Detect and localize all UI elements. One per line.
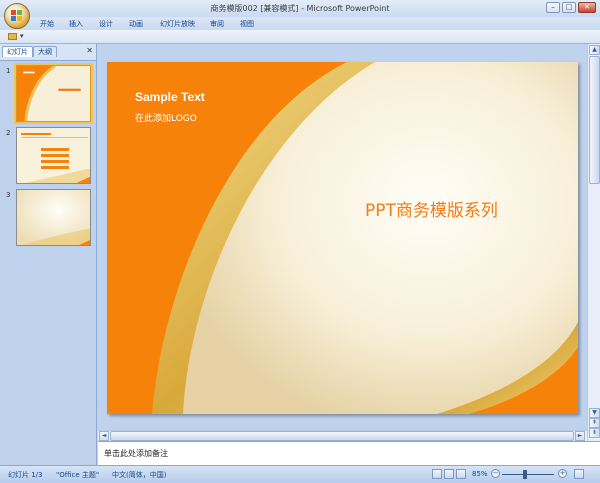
notes-placeholder: 单击此处添加备注 — [104, 449, 168, 458]
zoom-level[interactable]: 85% — [472, 470, 488, 478]
slide-number: 3 — [6, 191, 11, 199]
status-bar: 幻灯片 1/3 "Office 主题" 中文(简体，中国) 85% − + — [0, 465, 600, 483]
tab-animations[interactable]: 动画 — [129, 19, 143, 29]
tab-outline[interactable]: 大纲 — [33, 46, 57, 57]
slide-thumbnails: 1 2 3 — [0, 60, 96, 465]
notes-pane[interactable]: 单击此处添加备注 — [98, 441, 600, 465]
slide-main-heading: PPT商务模版系列 — [365, 201, 498, 221]
slide-subtitle: 在此添加LOGO — [135, 114, 197, 124]
slide-thumbnail-2[interactable] — [16, 127, 91, 184]
tab-review[interactable]: 审阅 — [210, 19, 224, 29]
vertical-scrollbar[interactable]: ▲ ▼ ⇞ ⇟ — [587, 44, 600, 441]
scroll-down-button[interactable]: ▼ — [589, 408, 600, 418]
scroll-up-button[interactable]: ▲ — [589, 45, 600, 55]
maximize-button[interactable]: □ — [562, 2, 576, 13]
slide-counter: 幻灯片 1/3 — [8, 471, 43, 479]
language-indicator: 中文(简体，中国) — [112, 471, 167, 479]
window-controls: – □ ✕ — [546, 2, 596, 13]
office-button[interactable] — [4, 3, 30, 29]
ribbon-tabs: 开始 插入 设计 动画 幻灯片放映 审阅 视图 — [0, 17, 600, 30]
zoom-slider-track[interactable] — [502, 474, 554, 475]
next-slide-button[interactable]: ⇟ — [589, 428, 600, 438]
close-button[interactable]: ✕ — [578, 2, 596, 13]
tab-view[interactable]: 视图 — [240, 19, 254, 29]
slide-sorter-icon[interactable] — [444, 469, 454, 479]
minimize-button[interactable]: – — [546, 2, 560, 13]
quick-access-toolbar: ▾ — [0, 30, 600, 44]
zoom-slider-thumb[interactable] — [523, 470, 527, 479]
tab-design[interactable]: 设计 — [99, 19, 113, 29]
zoom-out-button[interactable]: − — [491, 469, 500, 478]
pane-tabs: 幻灯片 大纲 ✕ — [2, 46, 95, 58]
slide-title: Sample Text — [135, 90, 205, 104]
scroll-right-button[interactable]: ► — [575, 431, 585, 441]
slide-number: 1 — [6, 67, 11, 75]
zoom-in-button[interactable]: + — [558, 469, 567, 478]
theme-name: "Office 主题" — [56, 471, 100, 479]
slide-thumbnail-1[interactable] — [14, 63, 93, 124]
office-logo-icon — [11, 10, 23, 22]
horizontal-scroll-thumb[interactable] — [110, 431, 574, 441]
title-bar: 商务模版002 [兼容模式] - Microsoft PowerPoint – … — [0, 0, 600, 17]
fit-to-window-icon[interactable] — [574, 469, 584, 479]
slide-thumbnail-3[interactable] — [16, 189, 91, 246]
horizontal-scrollbar[interactable]: ◄ ► — [98, 430, 587, 441]
tab-slideshow[interactable]: 幻灯片放映 — [160, 19, 195, 29]
tab-slides[interactable]: 幻灯片 — [2, 46, 33, 57]
tab-insert[interactable]: 插入 — [69, 19, 83, 29]
vertical-scroll-thumb[interactable] — [589, 56, 600, 184]
normal-view-icon[interactable] — [432, 469, 442, 479]
window-title: 商务模版002 [兼容模式] - Microsoft PowerPoint — [210, 4, 390, 13]
slide-number: 2 — [6, 129, 11, 137]
tab-home[interactable]: 开始 — [40, 19, 54, 29]
qat-customize-arrow[interactable]: ▾ — [20, 32, 24, 40]
current-slide[interactable]: Sample Text 在此添加LOGO PPT商务模版系列 — [107, 62, 578, 414]
close-icon[interactable]: ✕ — [86, 46, 93, 55]
previous-slide-button[interactable]: ⇞ — [589, 418, 600, 428]
slide-editing-area: Sample Text 在此添加LOGO PPT商务模版系列 — [98, 44, 587, 430]
slides-pane: 幻灯片 大纲 ✕ 1 2 3 — [0, 44, 97, 465]
open-folder-icon[interactable] — [8, 33, 17, 40]
scroll-left-button[interactable]: ◄ — [99, 431, 109, 441]
slideshow-view-icon[interactable] — [456, 469, 466, 479]
